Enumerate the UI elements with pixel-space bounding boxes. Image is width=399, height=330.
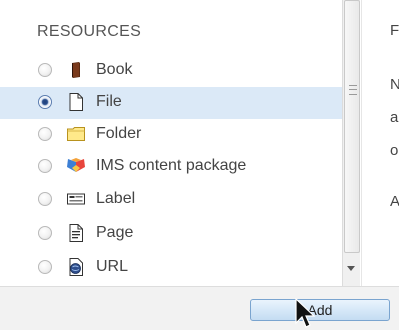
list-item-label: IMS content package [96, 157, 247, 174]
list-item-label: Label [96, 190, 136, 207]
radio-folder[interactable] [38, 127, 52, 141]
grip-icon [349, 85, 357, 95]
add-button[interactable]: Add [250, 299, 390, 321]
radio-file[interactable] [38, 95, 52, 109]
description-text: N [390, 76, 399, 93]
resource-list-pane: RESOURCES Book File Folder IMS content p… [0, 0, 342, 286]
list-item-page[interactable]: Page [0, 218, 342, 250]
list-item-url[interactable]: URL [0, 252, 342, 284]
radio-book[interactable] [38, 63, 52, 77]
list-item-folder[interactable]: Folder [0, 119, 342, 151]
url-icon [69, 258, 83, 276]
radio-page[interactable] [38, 226, 52, 240]
list-item-label: Page [96, 224, 134, 241]
book-icon [72, 62, 80, 78]
list-item-label: File [96, 93, 122, 110]
description-text: A [390, 193, 399, 210]
scroll-down-arrow-icon[interactable] [347, 266, 355, 271]
dialog-footer: Add [0, 286, 399, 330]
add-activity-dialog: RESOURCES Book File Folder IMS content p… [0, 0, 399, 330]
description-text: o [390, 142, 399, 159]
list-scrollbar[interactable] [342, 0, 360, 286]
label-icon [67, 193, 85, 205]
list-item-file[interactable]: File [0, 87, 342, 119]
mouse-cursor-icon [295, 298, 316, 328]
description-pane: F N a o A [361, 0, 399, 286]
radio-url[interactable] [38, 260, 52, 274]
folder-icon [67, 127, 85, 141]
list-item-book[interactable]: Book [0, 55, 342, 87]
radio-ims[interactable] [38, 159, 52, 173]
list-item-label-resource[interactable]: Label [0, 184, 342, 216]
list-item-label: Folder [96, 125, 142, 142]
scrollbar-thumb[interactable] [344, 0, 360, 253]
description-text: F [390, 22, 399, 39]
section-heading: RESOURCES [37, 23, 142, 40]
radio-label[interactable] [38, 192, 52, 206]
ims-package-icon [67, 158, 85, 172]
list-item-label: Book [96, 61, 133, 78]
description-text: a [390, 109, 399, 126]
list-item-ims-content-package[interactable]: IMS content package [0, 151, 342, 183]
page-icon [69, 224, 83, 242]
list-item-label: URL [96, 258, 129, 275]
file-icon [69, 93, 83, 111]
